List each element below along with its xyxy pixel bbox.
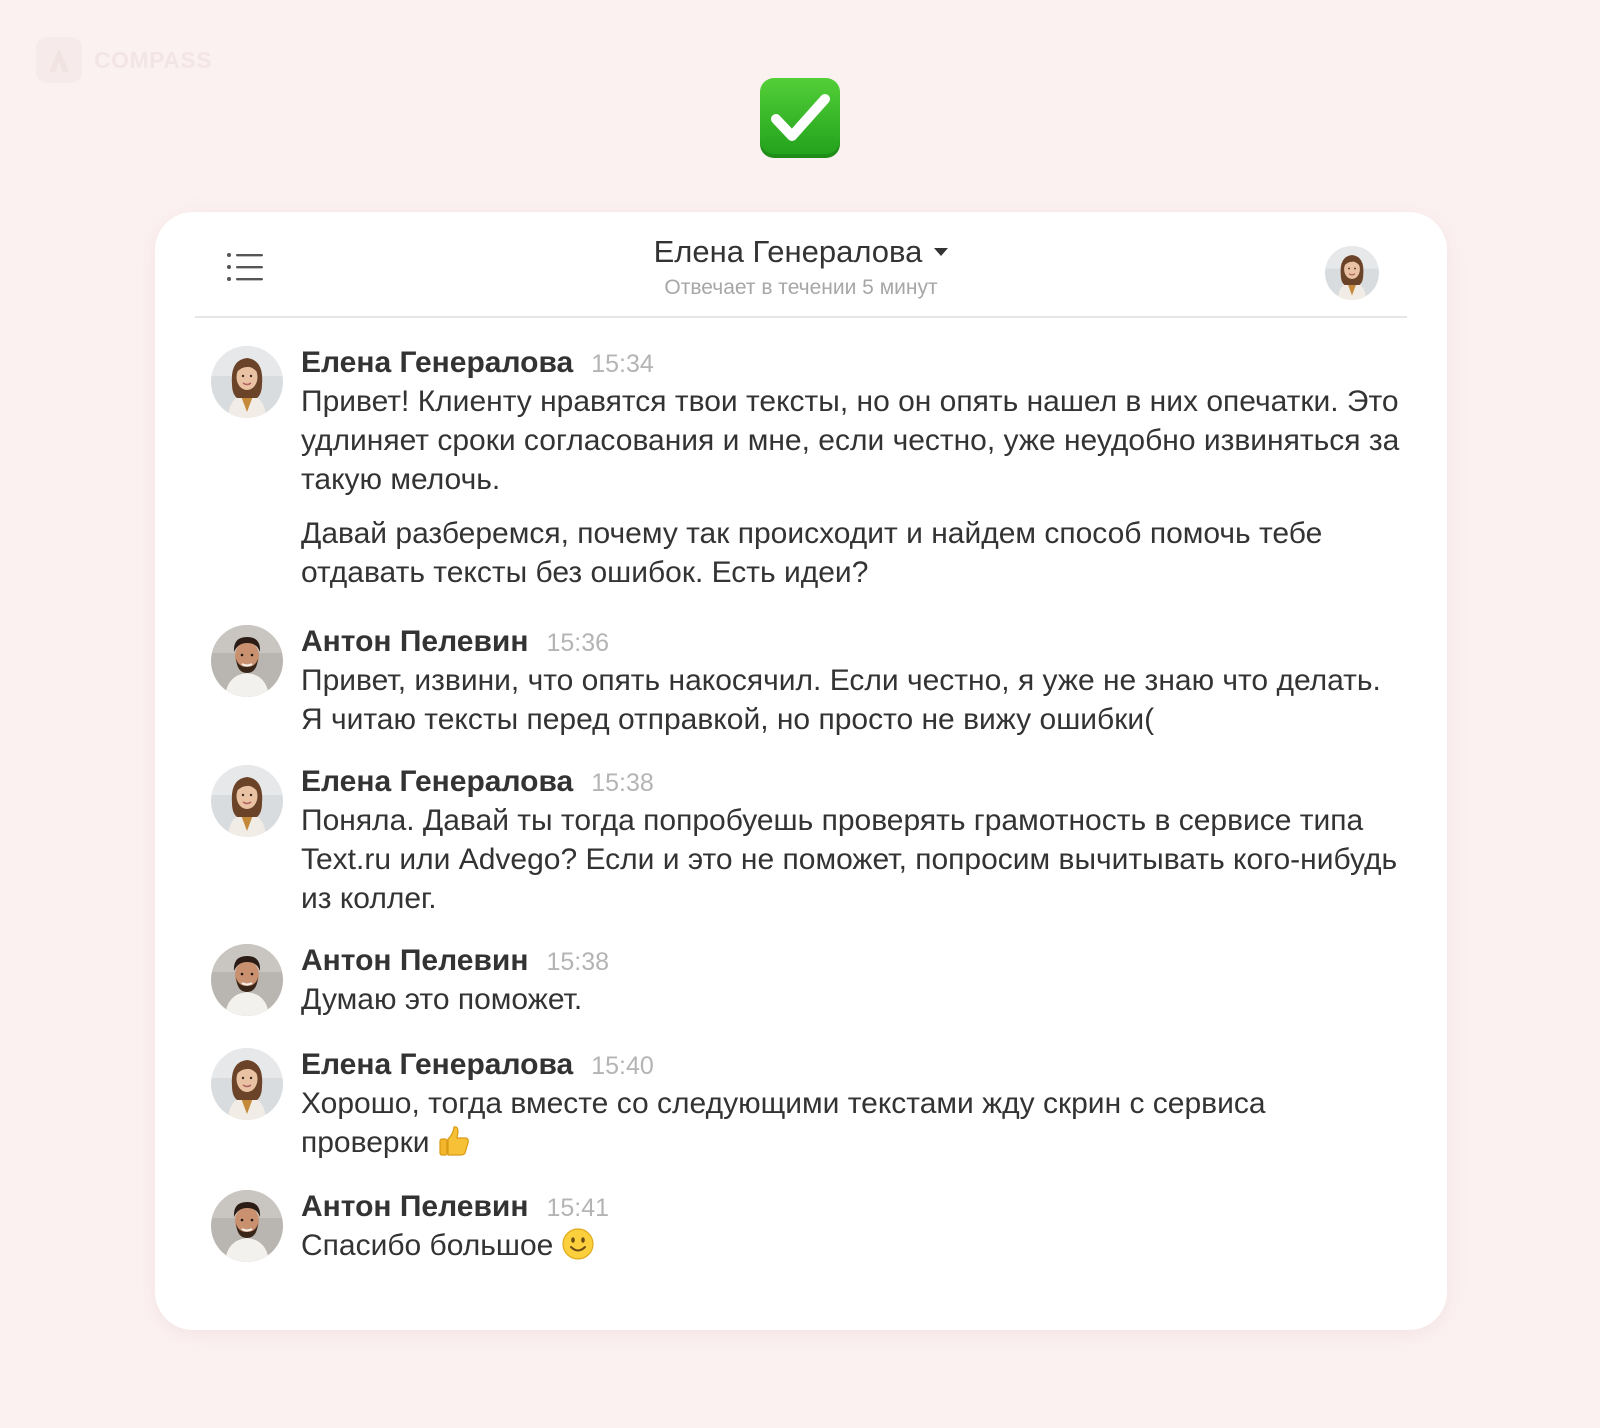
thumbs-up-icon <box>437 1124 471 1168</box>
message-header: Елена Генералова 15:34 <box>301 346 1401 382</box>
message-list: Елена Генералова 15:34 Привет! Клиенту н… <box>211 346 1401 1271</box>
author-name[interactable]: Елена Генералова <box>301 1048 573 1082</box>
author-name[interactable]: Елена Генералова <box>301 765 573 799</box>
contact-name-dropdown[interactable]: Елена Генералова <box>654 234 949 270</box>
avatar[interactable] <box>211 944 283 1016</box>
contact-status: Отвечает в течении 5 минут <box>664 276 938 299</box>
message-item: Елена Генералова 15:40 Хорошо, тогда вме… <box>211 1048 1401 1190</box>
check-mark-icon <box>760 78 840 158</box>
message-header: Антон Пелевин 15:38 <box>301 944 1401 980</box>
message-time: 15:34 <box>591 350 654 378</box>
message-text: Спасибо большое <box>301 1229 554 1262</box>
message-item: Антон Пелевин 15:38 Думаю это поможет. <box>211 944 1401 1048</box>
compass-logo-icon <box>36 37 82 83</box>
message-time: 15:38 <box>546 948 610 976</box>
message-header: Антон Пелевин 15:36 <box>301 625 1401 661</box>
caret-down-icon <box>934 248 949 256</box>
avatar[interactable] <box>211 346 283 418</box>
message-header: Антон Пелевин 15:41 <box>301 1190 1401 1226</box>
message-text: Думаю это поможет. <box>301 983 583 1016</box>
message-time: 15:40 <box>591 1052 654 1080</box>
brand-name: COMPASS <box>94 46 213 73</box>
avatar[interactable] <box>211 625 283 697</box>
avatar[interactable] <box>211 1048 283 1120</box>
message-text-wrap: Спасибо большое <box>301 1226 1401 1271</box>
chat-title: Елена Генералова Отвечает в течении 5 ми… <box>195 234 1407 300</box>
message-time: 15:36 <box>546 629 610 657</box>
message-item: Елена Генералова 15:34 Привет! Клиенту н… <box>211 346 1401 625</box>
author-name[interactable]: Антон Пелевин <box>301 625 528 659</box>
message-time: 15:38 <box>591 769 654 797</box>
smiley-icon <box>561 1227 595 1271</box>
message-text-wrap: Хорошо, тогда вместе со следующими текст… <box>301 1084 1401 1168</box>
message-text: Давай разберемся, почему так происходит … <box>301 517 1323 589</box>
message-header: Елена Генералова 15:38 <box>301 765 1401 801</box>
contact-name: Елена Генералова <box>653 234 923 269</box>
message-text: Поняла. Давай ты тогда попробуешь провер… <box>301 804 1398 915</box>
avatar[interactable] <box>211 1190 283 1262</box>
message-item: Антон Пелевин 15:41 Спасибо большое <box>211 1190 1401 1271</box>
chat-window: Елена Генералова Отвечает в течении 5 ми… <box>155 212 1447 1330</box>
author-name[interactable]: Антон Пелевин <box>301 1190 528 1224</box>
brand-watermark: COMPASS <box>36 37 212 83</box>
message-header: Елена Генералова 15:40 <box>301 1048 1401 1084</box>
message-item: Елена Генералова 15:38 Поняла. Давай ты … <box>211 765 1401 944</box>
message-item: Антон Пелевин 15:36 Привет, извини, что … <box>211 625 1401 765</box>
chat-header: Елена Генералова Отвечает в течении 5 ми… <box>195 212 1407 318</box>
message-text: Привет, извини, что опять накосячил. Есл… <box>301 664 1381 736</box>
author-name[interactable]: Елена Генералова <box>301 346 573 380</box>
author-name[interactable]: Антон Пелевин <box>301 944 528 978</box>
contact-avatar[interactable] <box>1325 246 1379 300</box>
message-text: Привет! Клиенту нравятся твои тексты, но… <box>301 385 1400 496</box>
avatar[interactable] <box>211 765 283 837</box>
message-time: 15:41 <box>546 1194 610 1222</box>
